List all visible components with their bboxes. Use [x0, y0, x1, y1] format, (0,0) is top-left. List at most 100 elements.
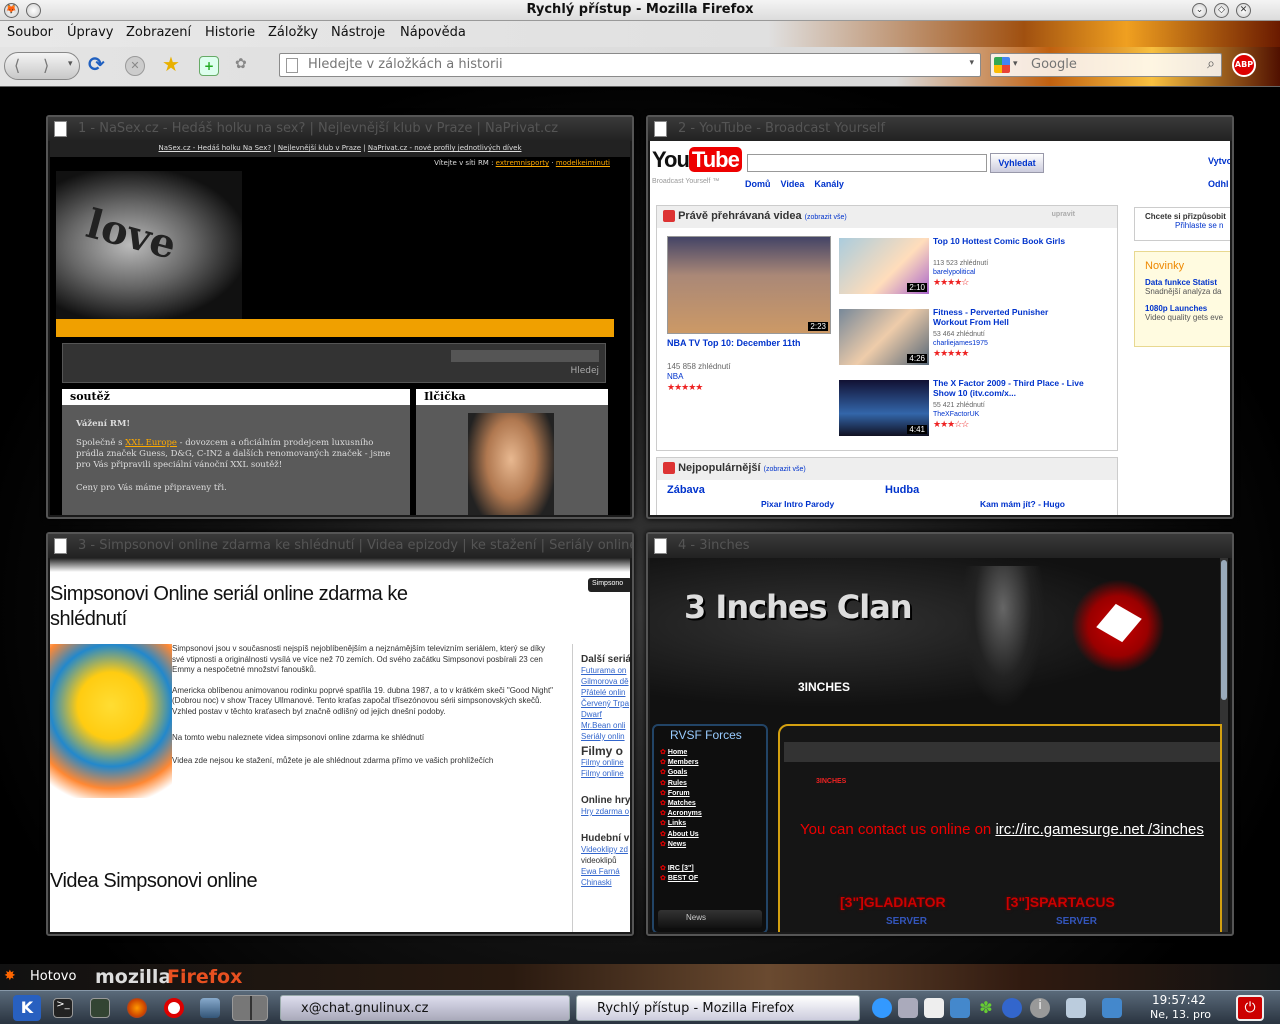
display-icon[interactable]	[950, 998, 970, 1018]
history-dropdown-icon[interactable]: ▾	[68, 59, 73, 69]
task-chat[interactable]: x@chat.gnulinux.cz	[280, 995, 570, 1021]
p4-news-tab[interactable]: News	[658, 910, 762, 928]
speed-dial-tile-4[interactable]: 4 - 3inches 3 Inches Clan 3INCHES RVSF F…	[646, 532, 1234, 936]
p1-link-1[interactable]: NaSex.cz - Hedáš holku Na Sex?	[159, 144, 272, 152]
url-dropdown-icon[interactable]: ▾	[969, 58, 974, 68]
yt-video-2-thumb[interactable]: 4:26	[839, 309, 929, 365]
yt-logout-link[interactable]: Odhl	[1208, 179, 1229, 189]
terminal-icon[interactable]: >_	[53, 998, 73, 1018]
p4-menu-item[interactable]: Matches	[668, 800, 696, 807]
p4-irc-link[interactable]: IRC [3"]	[668, 865, 694, 872]
task-firefox[interactable]: Rychlý přístup - Mozilla Firefox	[576, 995, 860, 1021]
yt-big-video-title[interactable]: NBA TV Top 10: December 11th	[667, 338, 801, 348]
p4-irc-url[interactable]: irc://irc.gamesurge.net /3inches	[995, 821, 1203, 838]
youtube-logo[interactable]: You Tube	[652, 147, 742, 173]
search-input[interactable]	[1031, 57, 1191, 72]
yt-big-video-thumb[interactable]: 2:23	[667, 236, 831, 334]
url-input[interactable]	[308, 57, 958, 72]
desktop-pager[interactable]	[232, 995, 268, 1021]
network-icon[interactable]	[872, 998, 892, 1018]
yt-login-link[interactable]: Přihlaste se n	[1145, 221, 1223, 230]
p3-side-link[interactable]: Futurama on	[581, 665, 630, 676]
opera-icon[interactable]	[164, 998, 184, 1018]
p4-server-1[interactable]: [3"]GLADIATOR	[840, 894, 946, 910]
p3-side-link[interactable]: Ewa Farná	[581, 866, 630, 877]
p1-welcome-link-1[interactable]: extremnisporty	[496, 159, 549, 167]
search-icon[interactable]: ⌕	[1207, 56, 1215, 72]
volume-icon[interactable]	[898, 998, 918, 1018]
p3-side-link[interactable]: Hry zdarma o	[581, 806, 630, 817]
yt-cat-music[interactable]: Hudba	[885, 484, 919, 496]
yt-show-all-2[interactable]: (zobrazit vše)	[764, 466, 806, 473]
reload-icon[interactable]: ⟳	[88, 52, 112, 80]
p1-search-button[interactable]: Hledej	[570, 366, 599, 376]
p1-search-input[interactable]	[451, 350, 599, 362]
speed-dial-tile-1[interactable]: 1 - NaSex.cz - Hedáš holku na sex? | Nej…	[46, 115, 634, 519]
globe-icon[interactable]	[1002, 998, 1022, 1018]
p4-bestof-link[interactable]: BEST OF	[668, 875, 698, 882]
p4-menu-item[interactable]: Acronyms	[668, 810, 702, 817]
adblock-icon[interactable]: ABP	[1232, 53, 1256, 77]
forward-arrow-icon[interactable]: ⟩	[43, 56, 49, 75]
p4-menu-item[interactable]: Members	[668, 759, 699, 766]
menu-edit[interactable]: Úpravy	[67, 25, 113, 40]
minimize-icon[interactable]: ⌄	[1192, 3, 1207, 18]
updates-icon[interactable]: ✽	[976, 998, 996, 1018]
p1-link-3[interactable]: NaPrivat.cz - nové profily jednotlivých …	[368, 144, 522, 152]
info-icon[interactable]: i	[1030, 998, 1050, 1018]
p1-link-2[interactable]: Nejlevnější klub v Praze	[278, 144, 361, 152]
new-tab-icon[interactable]: +	[199, 56, 219, 76]
yt-video-1-user[interactable]: barelypolitical	[933, 269, 975, 276]
menu-file[interactable]: Soubor	[7, 25, 53, 40]
yt-show-all-1[interactable]: (zobrazit vše)	[805, 214, 847, 221]
yt-nav-home[interactable]: Domů	[745, 179, 771, 189]
p4-menu-item[interactable]: Goals	[668, 769, 687, 776]
yt-search-button[interactable]: Vyhledat	[990, 153, 1044, 173]
p3-side-link[interactable]: Mr.Bean onli	[581, 720, 630, 731]
yt-big-video-user[interactable]: NBA	[667, 372, 683, 381]
window-titlebar[interactable]: 🦊 Rychlý přístup - Mozilla Firefox ⌄ ◇ ✕	[0, 0, 1280, 21]
google-icon[interactable]	[994, 57, 1010, 73]
yt-video-1-thumb[interactable]: 2:10	[839, 238, 929, 294]
p3-side-link[interactable]: Přátelé onlin	[581, 687, 630, 698]
yt-news-2-title[interactable]: 1080p Launches	[1145, 304, 1223, 313]
p3-menu-button[interactable]: Simpsono	[588, 578, 630, 592]
menu-help[interactable]: Nápověda	[400, 25, 466, 40]
p3-side-link[interactable]: Seriály onlin	[581, 731, 630, 742]
p3-side-link[interactable]: Chinaski	[581, 877, 630, 888]
p4-menu-item[interactable]: Rules	[668, 780, 687, 787]
clipboard-icon[interactable]	[924, 998, 944, 1018]
p3-side-link[interactable]: Červený Trpa Dwarf	[581, 698, 630, 720]
yt-cat-fun[interactable]: Zábava	[667, 484, 705, 496]
clock-time[interactable]: 19:57:42	[1152, 993, 1206, 1007]
p4-menu-item[interactable]: News	[668, 841, 686, 848]
mail-icon[interactable]	[200, 998, 220, 1018]
p4-menu-item[interactable]: Forum	[668, 790, 690, 797]
p3-side-link[interactable]: Gilmorova dě	[581, 676, 630, 687]
menu-view[interactable]: Zobrazení	[126, 25, 191, 40]
mail-notify-icon[interactable]	[1102, 998, 1122, 1018]
tile-4-header[interactable]: 4 - 3inches	[648, 534, 1232, 558]
search-bar[interactable]: ▾ ⌕	[990, 53, 1222, 77]
yt-video-1-title[interactable]: Top 10 Hottest Comic Book Girls	[933, 236, 1113, 246]
yt-edit-link[interactable]: upravit	[1052, 211, 1075, 218]
yt-pop-1[interactable]: Pixar Intro Parody	[761, 499, 834, 509]
p4-menu-item[interactable]: Links	[668, 820, 686, 827]
tile-3-header[interactable]: 3 - Simpsonovi online zdarma ke shlédnut…	[48, 534, 632, 558]
speed-dial-tile-3[interactable]: 3 - Simpsonovi online zdarma ke shlédnut…	[46, 532, 634, 936]
bookmark-star-icon[interactable]: ★	[162, 52, 186, 80]
yt-video-2-title[interactable]: Fitness - Perverted Punisher Workout Fro…	[933, 307, 1073, 327]
yt-video-2-user[interactable]: charliejames1975	[933, 340, 988, 347]
printer-icon[interactable]	[1066, 998, 1086, 1018]
maximize-icon[interactable]: ◇	[1214, 3, 1229, 18]
firefox-launcher-icon[interactable]	[127, 998, 147, 1018]
url-bar[interactable]: ▾	[279, 53, 981, 77]
menu-history[interactable]: Historie	[205, 25, 255, 40]
tile-1-header[interactable]: 1 - NaSex.cz - Hedáš holku na sex? | Nej…	[48, 117, 632, 141]
yt-search-input[interactable]	[747, 154, 987, 172]
yt-video-3-thumb[interactable]: 4:41	[839, 380, 929, 436]
system-monitor-icon[interactable]	[90, 998, 110, 1018]
p1-xxl-link[interactable]: XXL Europe	[125, 438, 177, 448]
back-arrow-icon[interactable]: ⟨	[14, 56, 20, 75]
yt-nav-videos[interactable]: Videa	[781, 179, 805, 189]
